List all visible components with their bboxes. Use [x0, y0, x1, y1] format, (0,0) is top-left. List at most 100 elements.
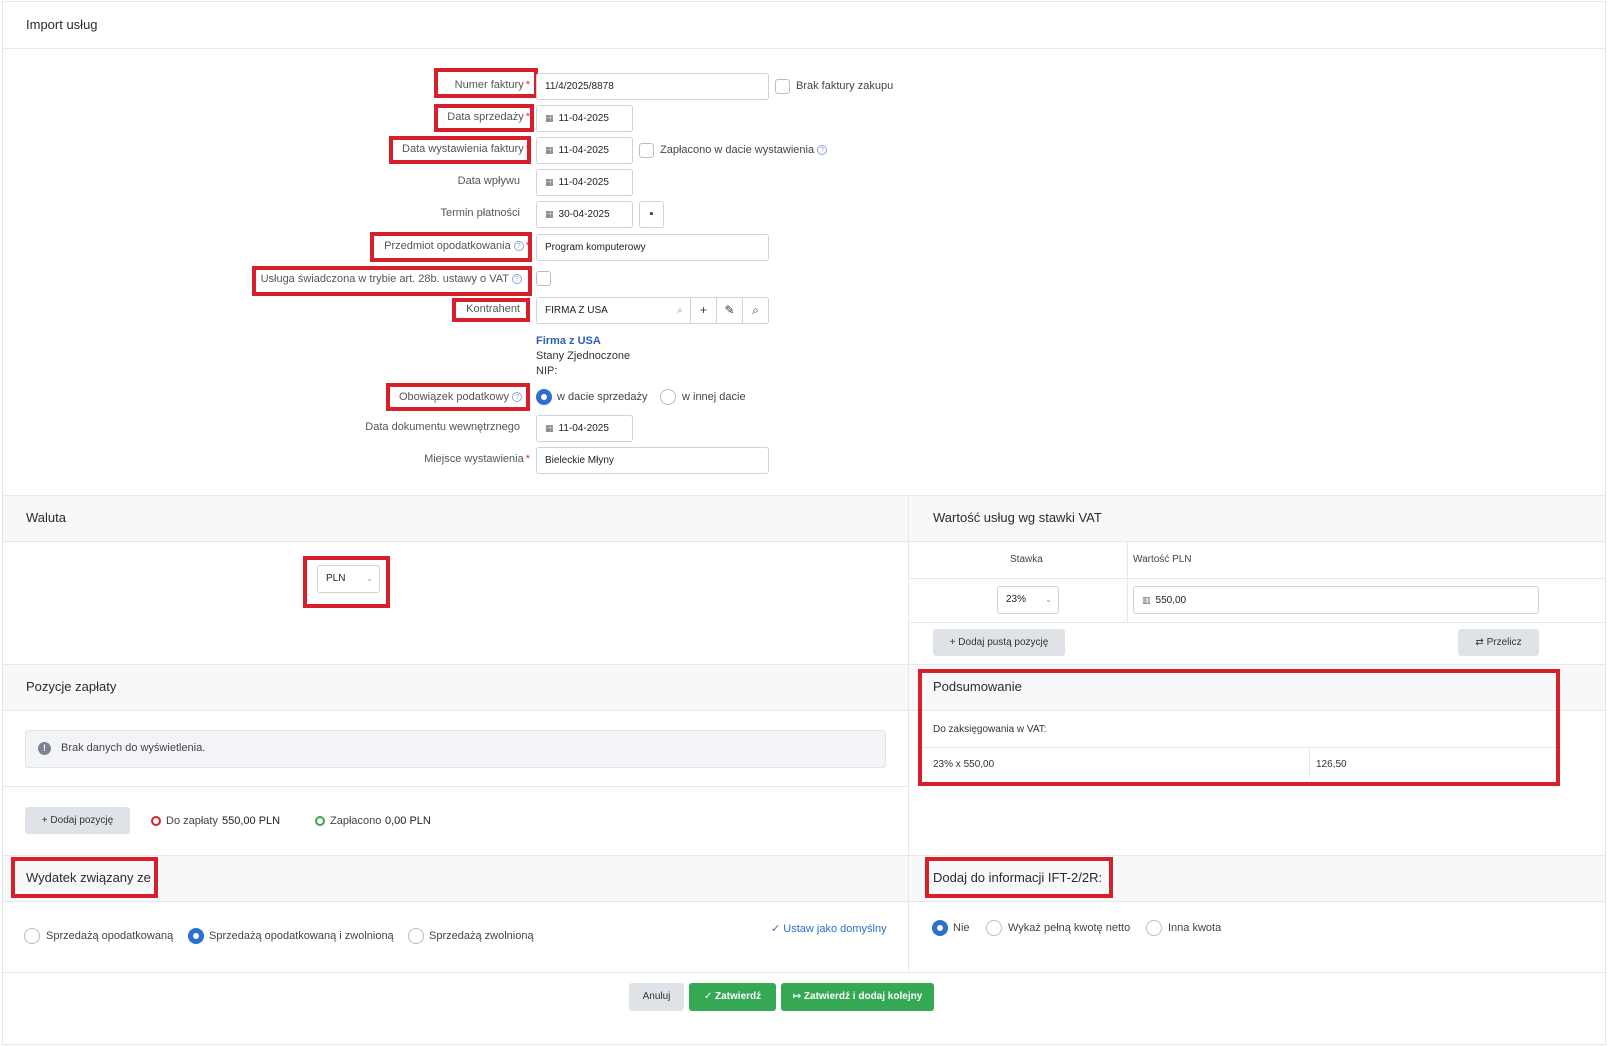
- chevron-down-icon: ⌄: [1045, 595, 1052, 604]
- expense-exempt-radio[interactable]: [408, 928, 424, 944]
- info-icon: !: [38, 742, 51, 755]
- expense-option2: Sprzedażą opodatkowaną i zwolnioną: [209, 930, 394, 942]
- expense-taxed-radio[interactable]: [24, 928, 40, 944]
- add-empty-position-button[interactable]: + Dodaj pustą pozycję: [933, 629, 1065, 656]
- vat-value-column-header: Wartość PLN: [1133, 554, 1192, 565]
- help-icon: ?: [817, 145, 828, 155]
- paid-on-issue-checkbox[interactable]: [639, 143, 654, 158]
- summary-col-divider: [1309, 748, 1310, 778]
- payment-due-label: Termin płatności: [440, 207, 520, 219]
- check-icon: ✓: [703, 991, 713, 1002]
- expense-title: Wydatek związany ze: [26, 870, 151, 885]
- set-default-link[interactable]: ✓ Ustaw jako domyślny: [771, 922, 887, 935]
- sale-date-input[interactable]: ▦ 11-04-2025: [536, 105, 633, 132]
- payments-divider: [3, 786, 908, 787]
- calendar-icon: ▦: [545, 113, 554, 123]
- ift-option3: Inna kwota: [1168, 922, 1222, 934]
- tax-obligation-other-date-radio[interactable]: [660, 389, 676, 405]
- no-invoice-label: Brak faktury zakupu: [796, 80, 894, 92]
- issue-place-label: Miejsce wystawienia *: [424, 453, 530, 465]
- search-contractor-button[interactable]: ⌕: [742, 298, 768, 323]
- footer-divider: [3, 972, 1605, 973]
- empty-message: Brak danych do wyświetlenia.: [61, 742, 206, 754]
- refresh-icon: ⇄: [1475, 637, 1484, 648]
- expense-option3: Sprzedażą zwolnioną: [429, 930, 534, 942]
- summary-vat-label: Do zaksięgowania w VAT:: [933, 724, 1047, 735]
- add-contractor-button[interactable]: +: [690, 298, 716, 323]
- ift-full-net-radio[interactable]: [986, 920, 1002, 936]
- currency-select[interactable]: PLN ⌄: [317, 565, 380, 593]
- tax-obligation-option2: w innej dacie: [682, 391, 746, 403]
- issue-date-input[interactable]: ▦ 11-04-2025: [536, 137, 633, 164]
- internal-doc-date-input[interactable]: ▦ 11-04-2025: [536, 415, 633, 442]
- receipt-date-input[interactable]: ▦ 11-04-2025: [536, 169, 633, 196]
- payments-header: [3, 664, 908, 711]
- vat-amount-input[interactable]: ▥ 550,00: [1133, 586, 1539, 614]
- highlight-tax-subject: [370, 232, 532, 262]
- plus-icon: +: [41, 815, 48, 826]
- search-icon: ⌕: [677, 305, 683, 316]
- no-invoice-checkbox[interactable]: [775, 79, 790, 94]
- add-payment-button[interactable]: + Dodaj pozycję: [25, 807, 130, 834]
- ift-title: Dodaj do informacji IFT-2/2R:: [933, 870, 1103, 885]
- cancel-button[interactable]: Anuluj: [629, 983, 684, 1011]
- invoice-number-input[interactable]: 11/4/2025/8878: [536, 73, 769, 100]
- highlight-tax-obligation: [386, 383, 530, 411]
- recalculate-button[interactable]: ⇄ Przelicz: [1458, 629, 1539, 656]
- highlight-contractor: [452, 298, 530, 322]
- summary-calc: 23% x 550,00: [933, 759, 995, 770]
- to-pay-value: 550,00 PLN: [222, 815, 281, 827]
- expense-option1: Sprzedażą opodatkowaną: [46, 930, 174, 942]
- summary-result: 126,50: [1316, 759, 1347, 770]
- plus-icon: +: [949, 637, 956, 648]
- payment-due-calendar-button[interactable]: ▪: [639, 201, 664, 228]
- issue-place-input[interactable]: Bieleckie Młyny: [536, 447, 769, 474]
- check-icon: ✓: [771, 923, 781, 935]
- ift-option2: Wykaż pełną kwotę netto: [1008, 922, 1131, 934]
- tax-obligation-sale-date-radio[interactable]: [536, 389, 552, 405]
- currency-title: Waluta: [26, 510, 66, 525]
- tax-subject-input[interactable]: Program komputerowy: [536, 234, 769, 261]
- payments-title: Pozycje zapłaty: [26, 679, 117, 694]
- expense-taxed-exempt-radio[interactable]: [188, 928, 204, 944]
- payment-due-input[interactable]: ▦ 30-04-2025: [536, 201, 633, 228]
- calendar-icon: ▦: [545, 209, 554, 219]
- highlight-invoice-number: [434, 68, 538, 98]
- page-title: Import usług: [26, 17, 98, 32]
- paid-value: 0,00 PLN: [385, 815, 431, 827]
- highlight-sale-date: [434, 104, 534, 132]
- calendar-icon: ▦: [545, 145, 554, 155]
- ift-other-amount-radio[interactable]: [1146, 920, 1162, 936]
- title-divider: [3, 48, 1605, 49]
- vat-rate-select[interactable]: 23% ⌄: [997, 586, 1059, 614]
- currency-header: [3, 495, 908, 542]
- paid-label: Zapłacono: [330, 815, 382, 827]
- confirm-button[interactable]: ✓ Zatwierdź: [689, 983, 776, 1011]
- paid-on-issue-label: Zapłacono w dacie wystawienia?: [660, 144, 828, 156]
- calculator-icon: ▥: [1142, 595, 1151, 605]
- tax-obligation-option1: w dacie sprzedaży: [557, 391, 648, 403]
- art28b-checkbox[interactable]: [536, 271, 551, 286]
- summary-divider: [922, 747, 1556, 748]
- contractor-nip: NIP:: [536, 365, 558, 377]
- calendar-icon: ▦: [545, 423, 554, 433]
- highlight-art28b: [252, 266, 532, 296]
- internal-doc-date-label: Data dokumentu wewnętrznego: [365, 421, 520, 433]
- edit-contractor-button[interactable]: ✎: [716, 298, 742, 323]
- payments-empty-notice: ! Brak danych do wyświetlenia.: [25, 730, 886, 768]
- vat-table-divider: [909, 578, 1605, 579]
- contractor-input[interactable]: FIRMA Z USA: [545, 298, 608, 323]
- contractor-field: FIRMA Z USA ⌕ + ✎ ⌕: [536, 297, 769, 324]
- vat-values-title: Wartość usług wg stawki VAT: [933, 510, 1102, 525]
- confirm-and-add-next-button[interactable]: ↦ Zatwierdź i dodaj kolejny: [781, 983, 934, 1011]
- vat-table-bottom: [909, 622, 1605, 623]
- highlight-issue-date: [389, 136, 531, 164]
- enter-icon: ↦: [792, 991, 802, 1002]
- to-pay-label: Do zapłaty: [166, 815, 218, 827]
- ift-no-radio[interactable]: [932, 920, 948, 936]
- contractor-name-link[interactable]: Firma z USA: [536, 335, 601, 347]
- receipt-date-label: Data wpływu: [457, 175, 520, 187]
- to-pay-indicator: [151, 816, 161, 826]
- vat-table-col-divider: [1127, 542, 1128, 622]
- ift-option1: Nie: [953, 922, 970, 934]
